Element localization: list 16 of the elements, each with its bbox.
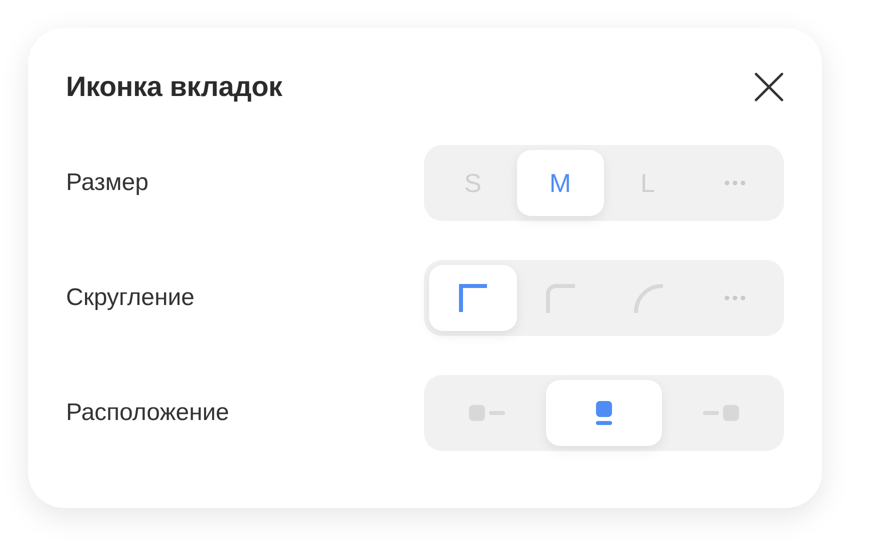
icon-right-position-icon	[702, 404, 740, 422]
icon-left-position-icon	[468, 404, 506, 422]
rounded-corner-icon	[545, 283, 576, 313]
option-button[interactable]	[429, 265, 516, 331]
dialog-title: Иконка вкладок	[66, 71, 282, 103]
more-icon	[724, 180, 746, 186]
setting-label: Размер	[66, 169, 148, 197]
square-corner-icon	[458, 283, 488, 313]
setting-label: Расположение	[66, 399, 230, 427]
size-option[interactable]: M	[516, 150, 604, 216]
close-icon	[754, 72, 784, 102]
setting-label: Скругление	[66, 284, 194, 312]
more-icon	[724, 295, 746, 301]
arc-corner-icon	[632, 283, 663, 313]
option-button[interactable]	[546, 380, 662, 446]
icon-above-line-icon	[595, 400, 613, 426]
